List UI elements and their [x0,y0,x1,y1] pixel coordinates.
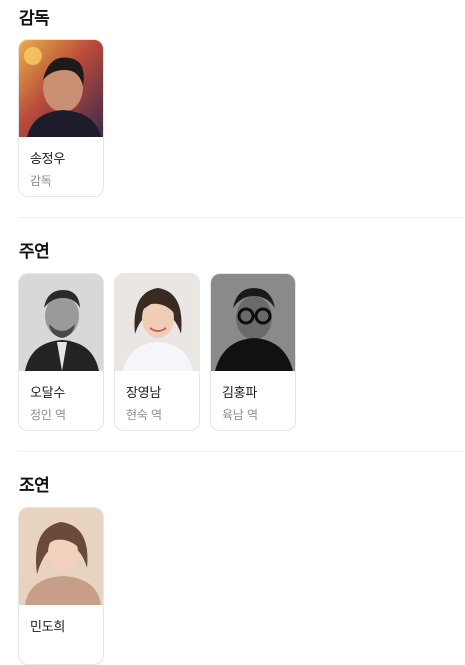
section-divider [19,451,465,452]
person-role: 감독 [30,174,52,188]
section-divider [19,217,465,218]
person-name: 민도희 [30,620,65,635]
person-name: 송정우 [30,152,65,167]
person-card-lead-1[interactable]: 오달수 정인 역 [18,273,104,431]
person-name: 김홍파 [222,386,257,401]
profile-photo-icon [19,40,103,137]
person-role: 현숙 역 [126,408,162,422]
person-card-supporting-1[interactable]: 민도희 [18,507,104,665]
person-card-lead-2[interactable]: 장영남 현숙 역 [114,273,200,431]
person-card-director[interactable]: 송정우 감독 [18,39,104,197]
profile-photo-icon [19,508,103,605]
person-name: 오달수 [30,386,65,401]
section-title-supporting: 조연 [19,476,50,496]
person-name: 장영남 [126,386,161,401]
person-role: 정인 역 [30,408,66,422]
profile-photo-icon [211,274,295,371]
profile-photo-icon [19,274,103,371]
section-title-director: 감독 [19,9,50,29]
profile-photo-icon [115,274,199,371]
section-title-lead: 주연 [19,242,50,262]
person-card-lead-3[interactable]: 김홍파 육남 역 [210,273,296,431]
person-role: 육남 역 [222,408,258,422]
